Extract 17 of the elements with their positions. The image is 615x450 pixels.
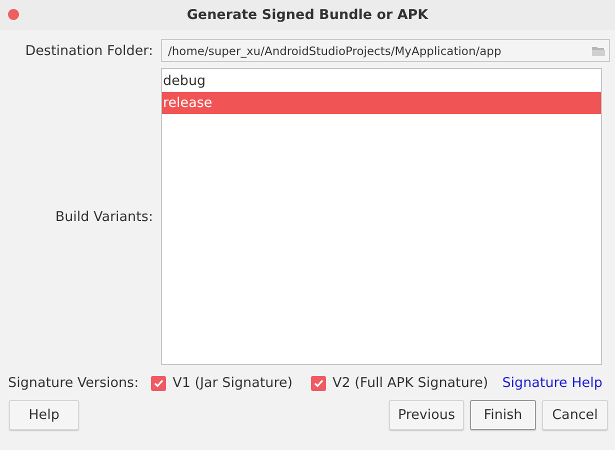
checkbox-label: V2 (Full APK Signature) [332, 375, 488, 391]
folder-icon[interactable] [592, 46, 605, 56]
dialog-button[interactable]: Cancel [542, 400, 608, 430]
checkbox[interactable] [150, 376, 166, 390]
help-button[interactable]: Help [9, 400, 79, 430]
field-label: Destination Folder: [24, 42, 153, 58]
field-label: Build Variants: [54, 208, 153, 224]
destination-field[interactable]: /home/super_xu/AndroidStudioProjects/MyApplication/app [161, 39, 610, 62]
list-item[interactable]: debug [162, 70, 601, 92]
help-link[interactable]: Signature Help [502, 375, 602, 391]
dialog-button[interactable]: Previous [388, 400, 464, 430]
checkbox[interactable] [310, 376, 326, 390]
checkbox-label: V1 (Jar Signature) [172, 375, 293, 391]
dialog-button[interactable]: Finish [470, 400, 536, 430]
field-label: Signature Versions: [8, 375, 139, 391]
close-icon[interactable] [8, 9, 19, 20]
window-title: Generate Signed Bundle or APK [186, 7, 428, 23]
